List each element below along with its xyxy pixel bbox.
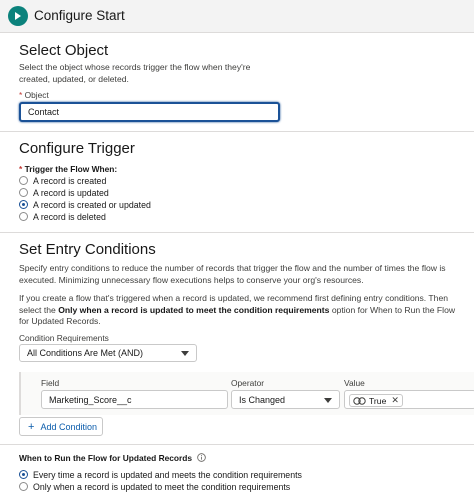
chevron-down-icon [181, 351, 189, 356]
chevron-down-icon [324, 397, 332, 403]
when-to-run-label: When to Run the Flow for Updated Records [19, 453, 207, 463]
select-object-title: Select Object [19, 42, 109, 59]
field-value: Marketing_Score__c [49, 394, 132, 405]
radio-button[interactable] [19, 482, 28, 491]
select-object-help: Select the object whose records trigger … [19, 62, 251, 84]
divider [0, 232, 474, 233]
divider [0, 444, 474, 445]
object-input[interactable]: Contact [19, 102, 280, 122]
radio-button-selected[interactable] [19, 470, 28, 479]
value-pill-label: True [369, 395, 387, 406]
configure-trigger-title: Configure Trigger [19, 140, 135, 157]
add-condition-label: Add Condition [40, 421, 97, 432]
object-label: * Object [19, 90, 49, 100]
trigger-option-label: A record is updated [33, 187, 109, 198]
object-value: Contact [28, 107, 60, 117]
run-option-label: Only when a record is updated to meet th… [33, 481, 291, 492]
trigger-label: * Trigger the Flow When: [19, 164, 117, 174]
value-pill[interactable]: True ✕ [349, 394, 403, 407]
trigger-option-deleted[interactable]: A record is deleted [19, 211, 106, 222]
radio-button[interactable] [19, 212, 28, 221]
plus-icon: + [28, 420, 35, 433]
trigger-option-updated[interactable]: A record is updated [19, 187, 109, 198]
trigger-option-created[interactable]: A record is created [19, 175, 106, 186]
field-input[interactable]: Marketing_Score__c [41, 390, 228, 409]
close-icon[interactable]: ✕ [391, 395, 399, 406]
object-label-text: Object [24, 90, 49, 100]
divider [0, 131, 474, 132]
radio-button[interactable] [19, 176, 28, 185]
condition-row: Field Marketing_Score__c Operator Is Cha… [19, 372, 474, 415]
entry-conditions-help: Specify entry conditions to reduce the n… [19, 263, 446, 285]
add-condition-button[interactable]: + Add Condition [19, 417, 103, 436]
play-icon [8, 6, 28, 26]
condition-requirements-value: All Conditions Are Met (AND) [27, 348, 144, 358]
header-bar: Configure Start [0, 0, 474, 33]
run-option-every-time[interactable]: Every time a record is updated and meets… [19, 469, 302, 480]
toggle-icon [353, 396, 366, 405]
recommendation-bold-text: Only when a record is updated to meet th… [58, 304, 330, 315]
required-mark: * [19, 164, 23, 174]
value-input[interactable]: True ✕ [344, 390, 474, 409]
field-label: Field [41, 378, 60, 388]
entry-conditions-recommendation: If you create a flow that's triggered wh… [19, 293, 459, 328]
info-icon[interactable] [197, 453, 207, 462]
operator-select[interactable]: Is Changed [231, 390, 340, 409]
trigger-option-label: A record is created or updated [33, 199, 151, 210]
run-option-only-when[interactable]: Only when a record is updated to meet th… [19, 481, 290, 492]
operator-label: Operator [231, 378, 265, 388]
trigger-option-label: A record is created [33, 175, 107, 186]
condition-requirements-select[interactable]: All Conditions Are Met (AND) [19, 344, 197, 362]
required-mark: * [19, 90, 23, 100]
when-to-run-label-text: When to Run the Flow for Updated Records [19, 453, 193, 463]
operator-value: Is Changed [239, 394, 286, 405]
run-option-label: Every time a record is updated and meets… [33, 469, 302, 480]
value-label: Value [344, 378, 365, 388]
trigger-option-created-or-updated[interactable]: A record is created or updated [19, 199, 151, 210]
condition-requirements-label: Condition Requirements [19, 333, 109, 343]
radio-button-selected[interactable] [19, 200, 28, 209]
trigger-option-label: A record is deleted [33, 211, 106, 222]
panel-title: Configure Start [34, 8, 125, 23]
trigger-label-text: Trigger the Flow When: [24, 164, 118, 174]
radio-button[interactable] [19, 188, 28, 197]
entry-conditions-title: Set Entry Conditions [19, 241, 156, 258]
